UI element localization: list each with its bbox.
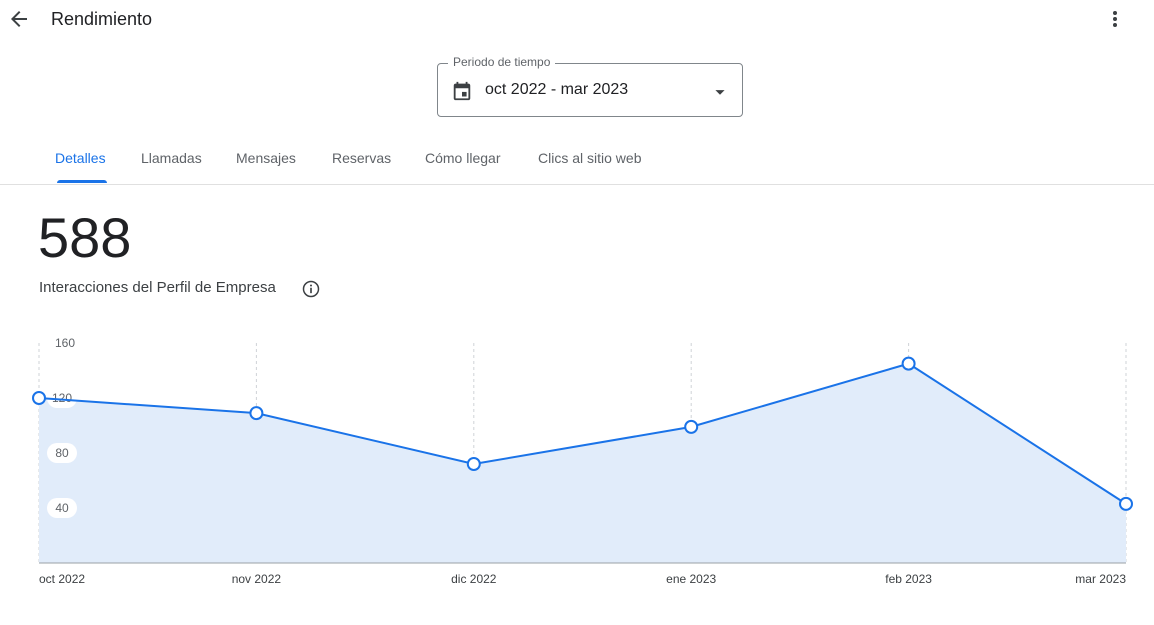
x-tick-label: feb 2023	[885, 572, 932, 586]
arrow-back-icon[interactable]	[7, 7, 31, 31]
x-tick-label: mar 2023	[1075, 572, 1126, 586]
chart-data-point	[684, 419, 699, 434]
tab-website-clicks[interactable]: Clics al sitio web	[538, 150, 641, 166]
tab-bar: Detalles Llamadas Mensajes Reservas Cómo…	[0, 134, 1154, 185]
active-tab-indicator	[57, 180, 107, 183]
calendar-icon	[453, 81, 471, 101]
page-title: Rendimiento	[51, 9, 153, 29]
chart-data-point	[901, 356, 916, 371]
chart-data-point	[466, 457, 481, 471]
interactions-line-chart: 160 120 80 40 oct 2022 nov 2022 dic 2022 ene 20…	[32, 336, 1133, 586]
time-period-value: oct 2022 - mar 2023	[485, 81, 629, 98]
time-period-label: Periodo de tiempo	[448, 55, 556, 69]
tab-bookings[interactable]: Reservas	[332, 150, 391, 166]
tab-details[interactable]: Detalles	[55, 150, 106, 166]
tab-messages[interactable]: Mensajes	[236, 150, 296, 166]
more-vert-icon[interactable]	[1103, 7, 1127, 31]
tab-directions[interactable]: Cómo llegar	[425, 150, 500, 166]
x-tick-label: ene 2023	[666, 572, 716, 586]
y-tick-label: 40	[55, 501, 69, 515]
y-tick-label: 80	[55, 446, 69, 460]
info-icon[interactable]	[301, 279, 321, 299]
top-bar: Rendimiento	[0, 0, 1154, 40]
x-tick-label: nov 2022	[232, 572, 282, 586]
x-tick-label: oct 2022	[39, 572, 85, 586]
chart-data-point	[1119, 496, 1133, 511]
y-tick-label: 120	[52, 391, 72, 405]
y-tick-label: 160	[55, 336, 75, 350]
time-period-select[interactable]: Periodo de tiempo oct 2022 - mar 2023	[437, 55, 743, 117]
tab-calls[interactable]: Llamadas	[141, 150, 202, 166]
total-interactions-value: 588	[38, 206, 132, 269]
x-tick-label: dic 2022	[451, 572, 497, 586]
dropdown-arrow-icon	[715, 90, 725, 95]
total-interactions-label: Interacciones del Perfil de Empresa	[39, 279, 276, 296]
chart-data-point	[249, 406, 264, 421]
chart-data-point	[32, 391, 46, 405]
chart-area	[39, 363, 1126, 563]
